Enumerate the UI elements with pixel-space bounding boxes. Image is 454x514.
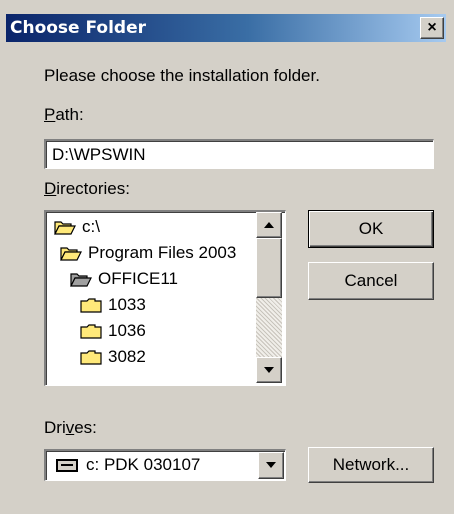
open-folder-icon: [54, 219, 76, 235]
directory-item-selected[interactable]: OFFICE11: [70, 266, 178, 292]
cancel-button[interactable]: Cancel: [308, 262, 434, 300]
title-bar[interactable]: Choose Folder ×: [6, 14, 446, 42]
network-button[interactable]: Network...: [308, 447, 434, 483]
directory-item-label: 1036: [108, 321, 146, 340]
directory-item-label: OFFICE11: [98, 269, 178, 288]
directory-item[interactable]: Program Files 2003: [60, 240, 236, 266]
directory-item[interactable]: 1033: [80, 292, 146, 318]
closed-folder-icon: [80, 297, 102, 313]
scroll-thumb[interactable]: [256, 238, 282, 298]
directory-item-label: c:\: [82, 217, 100, 236]
open-folder-icon: [60, 245, 82, 261]
drives-select[interactable]: c: PDK 030107: [44, 449, 286, 481]
close-icon: ×: [427, 19, 437, 36]
arrow-up-icon: [264, 222, 274, 228]
close-button[interactable]: ×: [420, 17, 444, 39]
path-label: Path:: [44, 105, 84, 124]
directory-item[interactable]: 3082: [80, 344, 146, 370]
drives-dropdown-button[interactable]: [258, 452, 284, 479]
drive-icon: [56, 459, 78, 472]
directory-item-label: Program Files 2003: [88, 243, 237, 262]
drives-selected-value: c: PDK 030107: [86, 455, 201, 474]
arrow-down-icon: [264, 367, 274, 373]
scroll-down-button[interactable]: [256, 357, 282, 383]
dialog-title: Choose Folder: [10, 18, 147, 38]
open-folder-selected-icon: [70, 271, 92, 287]
chevron-down-icon: [266, 462, 276, 468]
scroll-up-button[interactable]: [256, 212, 282, 238]
closed-folder-icon: [80, 323, 102, 339]
choose-folder-dialog: Choose Folder × Please choose the instal…: [0, 0, 454, 514]
directory-item-label: 3082: [108, 347, 146, 366]
ok-button[interactable]: OK: [308, 210, 434, 248]
directories-list[interactable]: c:\ Program Files 2003 OFFICE11 1033 103…: [44, 210, 286, 386]
directory-item[interactable]: c:\: [54, 214, 100, 240]
closed-folder-icon: [80, 349, 102, 365]
directories-scrollbar[interactable]: [256, 212, 282, 383]
directory-item-label: 1033: [108, 295, 146, 314]
path-input[interactable]: D:\WPSWIN: [44, 139, 434, 169]
prompt-text: Please choose the installation folder.: [44, 66, 320, 85]
directories-label: Directories:: [44, 179, 130, 198]
drives-label: Drives:: [44, 418, 97, 437]
directory-item[interactable]: 1036: [80, 318, 146, 344]
